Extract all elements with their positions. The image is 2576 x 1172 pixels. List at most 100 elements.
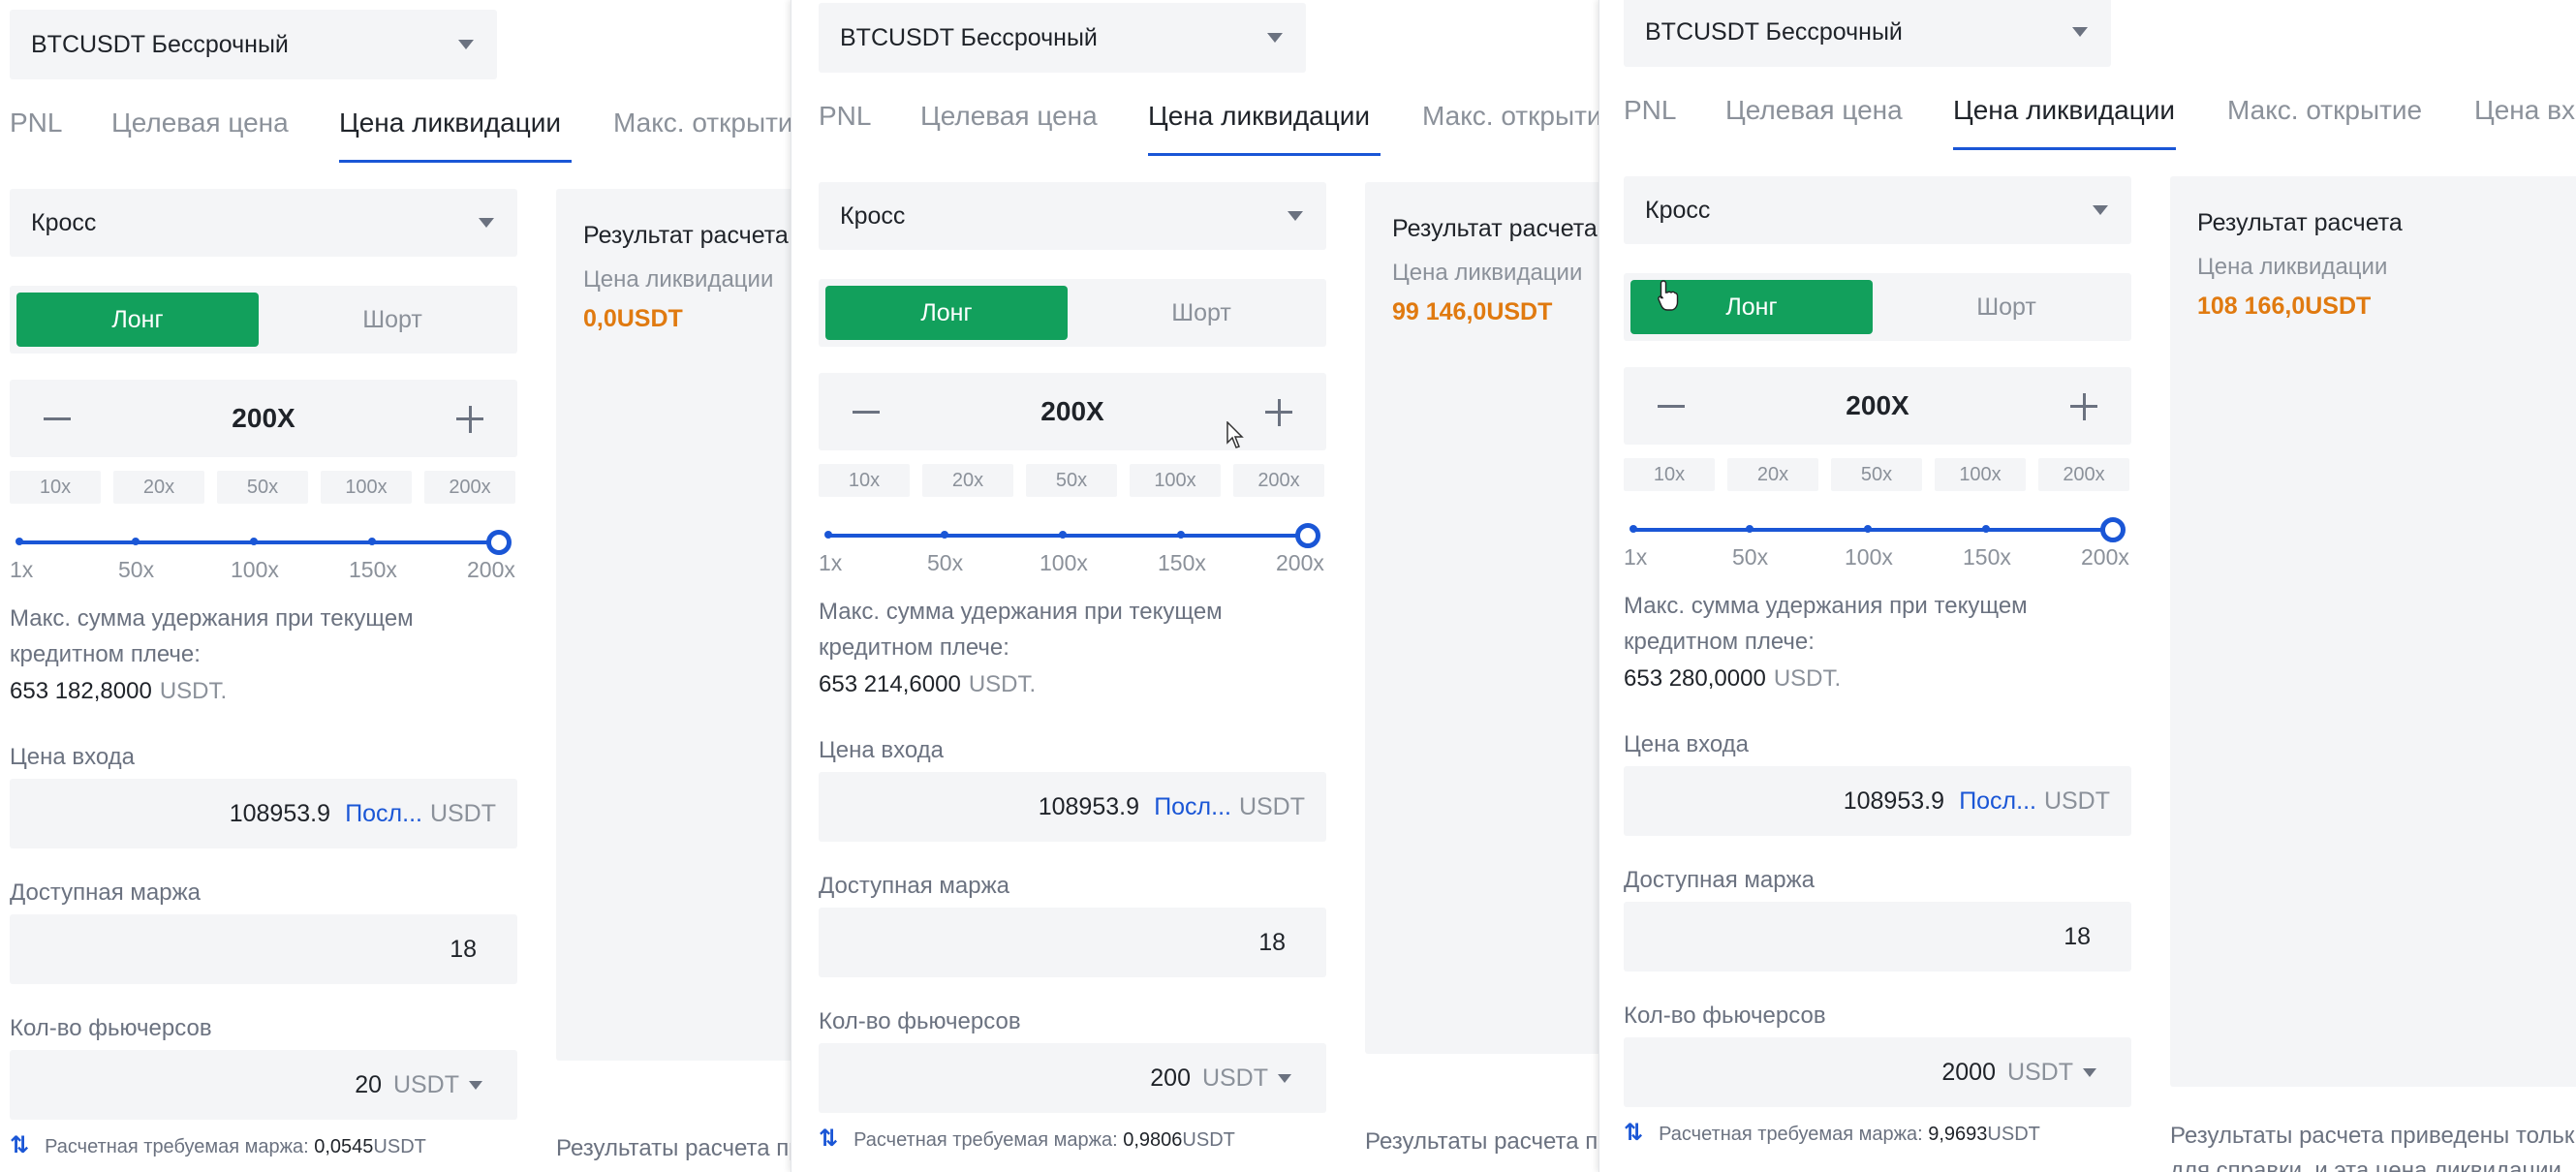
futures-qty-unit[interactable]: USDT (1202, 1043, 1268, 1113)
preset-200x[interactable]: 200x (2038, 458, 2129, 491)
futures-qty-field[interactable]: 2000 USDT (1624, 1037, 2131, 1107)
hand-cursor-icon (1658, 280, 1679, 311)
tab-liquidation-price[interactable]: Цена ликвидации (339, 89, 572, 163)
entry-price-field[interactable]: 108953.9 Посл... USDT (10, 779, 517, 848)
chevron-down-icon (2093, 205, 2108, 215)
last-price-link[interactable]: Посл... (1154, 772, 1231, 842)
tab-pnl[interactable]: PNL (10, 89, 62, 163)
tab-max-open[interactable]: Макс. открытие (1422, 82, 1610, 156)
tab-target-price[interactable]: Целевая цена (920, 82, 1098, 156)
leverage-slider[interactable]: 1x 50x 100x 150x 200x (819, 513, 1332, 581)
leverage-slider[interactable]: 1x 50x 100x 150x 200x (1624, 508, 2137, 575)
slider-dot (1629, 525, 1637, 533)
chevron-down-icon[interactable] (2083, 1068, 2096, 1077)
contract-dropdown[interactable]: BTCUSDT Бессрочный (10, 10, 497, 79)
contract-dropdown[interactable]: BTCUSDT Бессрочный (1624, 0, 2111, 67)
slider-tick: 150x (1963, 544, 2011, 570)
contract-label: BTCUSDT Бессрочный (840, 23, 1098, 51)
result-note: Результаты расчета пр (556, 1135, 802, 1161)
preset-10x[interactable]: 10x (10, 471, 101, 504)
slider-dot (941, 531, 948, 539)
slider-tick: 1x (10, 557, 34, 582)
leverage-stepper: 200X (819, 373, 1326, 450)
result-label: Цена ликвидации (1392, 260, 1583, 286)
max-hold-text-line1: Макс. сумма удержания при текущем (819, 599, 1223, 625)
futures-qty-unit[interactable]: USDT (2007, 1037, 2073, 1107)
entry-price-value: 108953.9 (229, 800, 330, 827)
tab-pnl[interactable]: PNL (1624, 77, 1676, 150)
short-button[interactable]: Шорт (1885, 280, 2127, 334)
long-button[interactable]: Лонг (825, 286, 1068, 340)
slider-tick: 150x (1158, 550, 1206, 575)
estimated-margin-value: 0,9806 (1123, 1129, 1183, 1151)
swap-icon[interactable]: ⇅ (10, 1132, 29, 1158)
tab-max-open[interactable]: Макс. открытие (2227, 77, 2422, 150)
tab-max-open[interactable]: Макс. открыти (613, 89, 793, 163)
preset-50x[interactable]: 50x (217, 471, 308, 504)
leverage-slider[interactable]: 1x 50x 100x 150x 200x (10, 520, 523, 588)
slider-handle[interactable] (2100, 517, 2126, 542)
entry-price-field[interactable]: 108953.9 Посл... USDT (819, 772, 1326, 842)
tab-liquidation-price[interactable]: Цена ликвидации (1148, 82, 1381, 156)
entry-price-unit: USDT (2043, 787, 2110, 815)
futures-qty-field[interactable]: 200 USDT (819, 1043, 1326, 1113)
max-hold-text-line1: Макс. сумма удержания при текущем (1624, 593, 2028, 619)
estimated-margin-unit: USDT (1987, 1124, 2040, 1145)
margin-mode-dropdown[interactable]: Кросс (1624, 176, 2131, 244)
tab-liquidation-price[interactable]: Цена ликвидации (1953, 77, 2176, 150)
slider-dot (1177, 531, 1185, 539)
max-hold-text-line2: кредитном плече: (819, 634, 1009, 661)
short-button[interactable]: Шорт (1080, 286, 1322, 340)
calculator-panel-1: BTCUSDT Бессрочный PNL Целевая цена Цена… (0, 0, 804, 1172)
preset-200x[interactable]: 200x (1233, 464, 1324, 497)
available-margin-label: Доступная маржа (10, 879, 201, 906)
preset-50x[interactable]: 50x (1831, 458, 1922, 491)
chevron-down-icon[interactable] (1278, 1074, 1291, 1083)
leverage-value: 200X (1040, 396, 1104, 426)
preset-20x[interactable]: 20x (1727, 458, 1818, 491)
tab-pnl[interactable]: PNL (819, 82, 871, 156)
available-margin-field[interactable]: 18 (10, 914, 517, 984)
margin-mode-dropdown[interactable]: Кросс (10, 189, 517, 257)
margin-mode-dropdown[interactable]: Кросс (819, 182, 1326, 250)
available-margin-label: Доступная маржа (819, 873, 1009, 899)
max-hold-value-line: 653 214,6000 USDT. (819, 671, 1036, 698)
swap-icon[interactable]: ⇅ (819, 1126, 838, 1152)
tab-entry-price[interactable]: Цена вх (2474, 77, 2575, 150)
preset-50x[interactable]: 50x (1026, 464, 1117, 497)
preset-200x[interactable]: 200x (424, 471, 515, 504)
preset-100x[interactable]: 100x (1935, 458, 2026, 491)
preset-10x[interactable]: 10x (1624, 458, 1715, 491)
last-price-link[interactable]: Посл... (1959, 766, 2036, 836)
preset-20x[interactable]: 20x (922, 464, 1013, 497)
max-hold-text-line2: кредитном плече: (10, 641, 201, 667)
futures-qty-field[interactable]: 20 USDT (10, 1050, 517, 1120)
slider-tick: 50x (927, 550, 964, 575)
swap-icon[interactable]: ⇅ (1624, 1120, 1643, 1146)
slider-tick: 150x (349, 557, 397, 582)
preset-100x[interactable]: 100x (1130, 464, 1221, 497)
long-button[interactable]: Лонг (16, 293, 259, 347)
margin-mode-label: Кросс (31, 208, 97, 236)
tab-target-price[interactable]: Целевая цена (1725, 77, 1903, 150)
slider-dot (368, 538, 376, 545)
slider-handle[interactable] (486, 530, 512, 555)
leverage-value: 200X (232, 403, 295, 433)
preset-20x[interactable]: 20x (113, 471, 204, 504)
tab-target-price[interactable]: Целевая цена (111, 89, 289, 163)
contract-dropdown[interactable]: BTCUSDT Бессрочный (819, 3, 1306, 73)
slider-dot (250, 538, 258, 545)
available-margin-field[interactable]: 18 (819, 908, 1326, 977)
available-margin-field[interactable]: 18 (1624, 902, 2131, 972)
short-button[interactable]: Шорт (271, 293, 513, 347)
preset-100x[interactable]: 100x (321, 471, 412, 504)
entry-price-field[interactable]: 108953.9 Посл... USDT (1624, 766, 2131, 836)
slider-handle[interactable] (1295, 523, 1320, 548)
preset-10x[interactable]: 10x (819, 464, 910, 497)
result-note: Результаты расчета пр (1365, 1128, 1610, 1155)
estimated-margin: ⇅ Расчетная требуемая маржа: 0,9806USDT (819, 1125, 1235, 1153)
last-price-link[interactable]: Посл... (345, 779, 422, 848)
futures-qty-unit[interactable]: USDT (393, 1050, 459, 1120)
chevron-down-icon[interactable] (469, 1081, 482, 1090)
plus-icon-vertical (469, 406, 472, 433)
